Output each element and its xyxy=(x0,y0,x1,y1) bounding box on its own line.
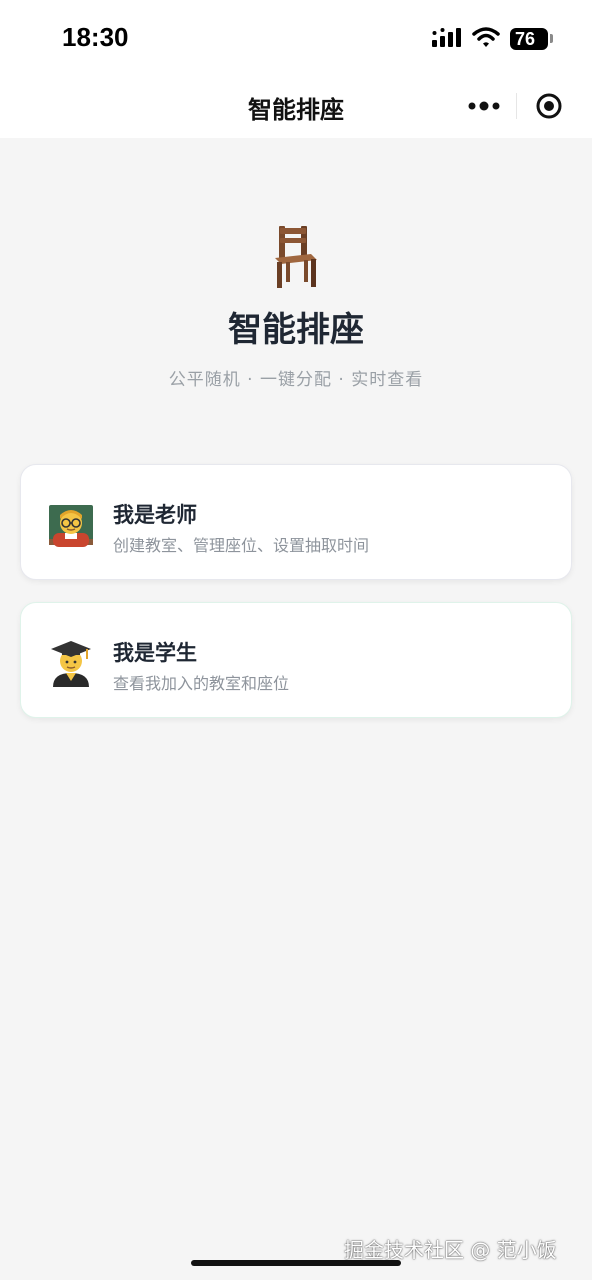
close-target-icon[interactable] xyxy=(517,84,580,128)
student-card-title: 我是学生 xyxy=(113,641,197,665)
teacher-card-title: 我是老师 xyxy=(113,503,197,527)
student-role-card[interactable]: 我是学生 查看我加入的教室和座位 xyxy=(20,602,572,718)
teacher-card-description: 创建教室、管理座位、设置抽取时间 xyxy=(113,536,370,555)
more-dots-icon[interactable] xyxy=(452,84,516,128)
chair-icon xyxy=(271,224,321,292)
watermark: 掘金技术社区 @ 范小饭 xyxy=(344,1238,557,1262)
hero-title: 智能排座 xyxy=(228,310,364,350)
nav-bar: 智能排座 xyxy=(0,80,592,138)
teacher-role-card[interactable]: 我是老师 创建教室、管理座位、设置抽取时间 xyxy=(20,464,572,580)
student-card-description: 查看我加入的教室和座位 xyxy=(113,674,290,693)
status-bar: 18:30 76 xyxy=(0,0,592,80)
home-indicator[interactable] xyxy=(191,1260,401,1266)
wifi-icon xyxy=(472,26,500,52)
mini-program-capsule xyxy=(452,84,580,128)
signal-icon xyxy=(432,28,464,52)
hero: 智能排座 公平随机 · 一键分配 · 实时查看 xyxy=(0,224,592,390)
hero-subtitle: 公平随机 · 一键分配 · 实时查看 xyxy=(168,370,424,390)
battery-nub xyxy=(550,34,553,43)
status-time: 18:30 xyxy=(62,22,129,52)
battery-icon: 76 xyxy=(510,28,548,50)
teacher-icon xyxy=(49,503,93,551)
student-icon xyxy=(49,641,93,691)
